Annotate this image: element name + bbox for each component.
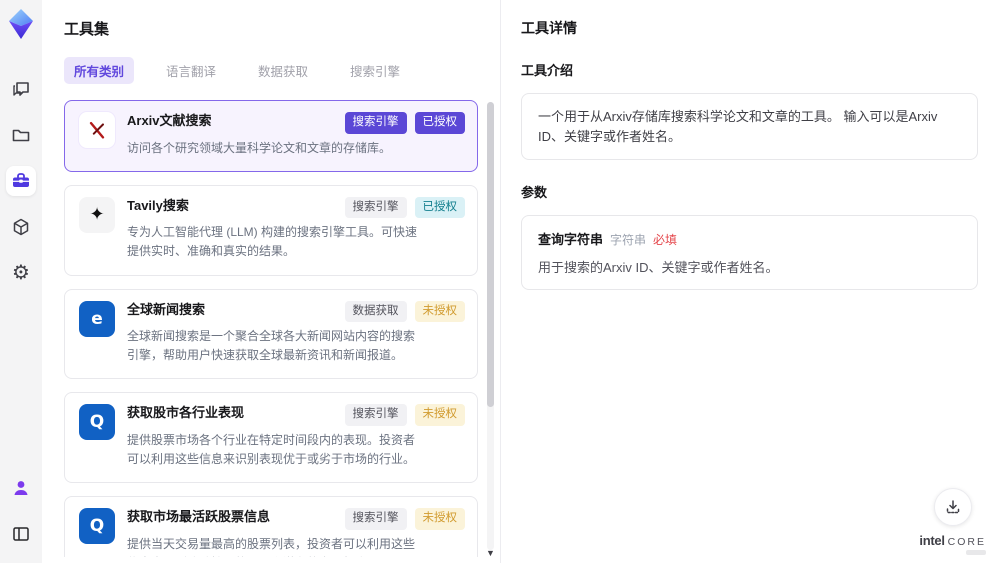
tool-name: Arxiv文献搜索 (127, 113, 212, 128)
param-type: 字符串 (610, 233, 647, 247)
tool-description: 提供股票市场各个行业在特定时间段内的表现。投资者可以利用这些信息来识别表现优于或… (127, 432, 416, 467)
tool-name: 获取股市各行业表现 (127, 405, 245, 421)
params-section-title: 参数 (521, 185, 548, 200)
tool-card[interactable]: Arxiv文献搜索 搜索引擎 已授权 访问各个研究领域大量科学论文和文章的存储库… (64, 100, 478, 172)
sidebar-item-packages[interactable] (6, 212, 36, 242)
chat-icon (13, 82, 29, 96)
tool-badges: 搜索引擎 已授权 (335, 196, 465, 219)
details-title: 工具详情 (521, 20, 577, 36)
category-badge: 搜索引擎 (344, 508, 407, 530)
tool-description: 访问各个研究领域大量科学论文和文章的存储库。 (127, 140, 392, 155)
category-tab[interactable]: 数据获取 (248, 57, 318, 84)
intro-box: 一个用于从Arxiv存储库搜索科学论文和文章的工具。 输入可以是Arxiv ID… (521, 93, 978, 160)
tab-label: 搜索引擎 (350, 65, 401, 79)
category-badge: 数据获取 (344, 300, 407, 323)
tavily-star-icon: ✦ (89, 204, 105, 225)
tool-description: 专为人工智能代理 (LLM) 构建的搜索引擎工具。可快速提供实时、准确和真实的结… (127, 225, 418, 259)
tool-card[interactable]: ✦ Tavily搜索 搜索引擎 已授权 专为人工智能代理 (LLM) 构建的搜索… (64, 184, 478, 276)
tool-badges: 搜索引擎 未授权 (335, 508, 465, 530)
tool-body: 全球新闻搜索 数据获取 未授权 全球新闻搜索是一个聚合全球各大新闻网站内容的搜索… (127, 300, 465, 366)
tab-label: 数据获取 (258, 65, 309, 79)
toolbox-icon (13, 173, 29, 187)
app-root: ⚙ 工具集 所有类别 语言翻译 数据获取 搜索引擎 Arxiv文献搜索 搜索引擎… (0, 0, 1000, 563)
param-box: 查询字符串 字符串 必填 用于搜索的Arxiv ID、关键字或作者姓名。 (521, 215, 978, 290)
user-avatar-icon (14, 481, 28, 495)
download-button[interactable] (933, 487, 972, 526)
page-title: 工具集 (64, 21, 110, 38)
auth-status-badge: 未授权 (414, 300, 465, 323)
category-tab[interactable]: 语言翻译 (156, 57, 226, 84)
stock-logo-icon: Q (89, 516, 105, 537)
scroll-down-icon[interactable]: ▼ (486, 549, 495, 558)
tool-name: Tavily搜索 (127, 197, 189, 213)
brand-core-text: core (947, 535, 986, 548)
gear-icon: ⚙ (12, 262, 30, 284)
news-logo-icon: e (91, 308, 103, 329)
tool-details-panel: 工具详情 工具介绍 一个用于从Arxiv存储库搜索科学论文和文章的工具。 输入可… (500, 0, 1000, 563)
param-header: 查询字符串 字符串 必填 (538, 229, 961, 248)
category-badge: 搜索引擎 (344, 112, 407, 134)
scrollbar-track[interactable]: ▼ (486, 102, 495, 557)
auth-status-badge: 未授权 (414, 508, 465, 530)
tool-icon: Q (79, 404, 115, 441)
brand-ultra-mark (966, 550, 986, 555)
sidebar-item-account[interactable] (6, 473, 36, 503)
tool-body: 获取股市各行业表现 搜索引擎 未授权 提供股票市场各个行业在特定时间段内的表现。… (127, 404, 465, 469)
tool-badges: 搜索引擎 已授权 (335, 112, 465, 134)
tool-name: 全球新闻搜索 (127, 301, 206, 317)
intro-section-title: 工具介绍 (521, 63, 574, 78)
tool-badges: 数据获取 未授权 (335, 300, 465, 323)
toolset-panel: 工具集 所有类别 语言翻译 数据获取 搜索引擎 Arxiv文献搜索 搜索引擎 已… (42, 0, 500, 563)
sidebar-item-chat[interactable] (6, 74, 36, 104)
category-badge: 搜索引擎 (344, 196, 407, 219)
tool-badges: 搜索引擎 未授权 (335, 404, 465, 426)
tool-card[interactable]: e 全球新闻搜索 数据获取 未授权 全球新闻搜索是一个聚合全球各大新闻网站内容的… (64, 288, 478, 380)
param-description: 用于搜索的Arxiv ID、关键字或作者姓名。 (538, 260, 779, 275)
tab-label: 语言翻译 (166, 65, 217, 79)
category-tab[interactable]: 所有类别 (64, 57, 135, 84)
tool-body: 获取市场最活跃股票信息 搜索引擎 未授权 提供当天交易量最高的股票列表，投资者可… (127, 508, 465, 557)
tool-list: Arxiv文献搜索 搜索引擎 已授权 访问各个研究领域大量科学论文和文章的存储库… (64, 100, 500, 557)
app-logo-icon (9, 9, 33, 39)
param-name: 查询字符串 (538, 232, 604, 247)
tool-icon: ✦ (79, 196, 115, 233)
tool-description: 提供当天交易量最高的股票列表，投资者可以利用这些信息来识别流动性强的股票和潜在的… (127, 536, 416, 557)
tool-icon: Q (79, 508, 115, 545)
category-tab[interactable]: 搜索引擎 (340, 57, 410, 84)
floating-corner: intel core (919, 487, 986, 555)
intel-core-logo: intel core (919, 532, 986, 555)
tool-icon: e (79, 300, 115, 337)
scrollbar-thumb[interactable] (487, 102, 494, 407)
sidebar-item-toolbox[interactable] (6, 166, 36, 196)
tab-label: 所有类别 (74, 65, 125, 79)
tool-description: 全球新闻搜索是一个聚合全球各大新闻网站内容的搜索引擎，帮助用户快速获取全球最新资… (127, 329, 416, 363)
stock-logo-icon: Q (89, 412, 105, 433)
category-badge: 搜索引擎 (344, 404, 407, 426)
sidebar-item-settings[interactable]: ⚙ (6, 258, 36, 288)
auth-status-badge: 已授权 (414, 112, 465, 134)
download-icon (946, 499, 959, 513)
sidebar-item-files[interactable] (6, 120, 36, 150)
auth-status-badge: 未授权 (414, 404, 465, 426)
brand-intel-text: intel (919, 532, 945, 548)
sidebar-item-collapse-panel[interactable] (6, 519, 36, 549)
tool-body: Arxiv文献搜索 搜索引擎 已授权 访问各个研究领域大量科学论文和文章的存储库… (127, 112, 465, 158)
folder-icon (12, 129, 30, 142)
intro-text: 一个用于从Arxiv存储库搜索科学论文和文章的工具。 输入可以是Arxiv ID… (538, 109, 938, 144)
category-tabs: 所有类别 语言翻译 数据获取 搜索引擎 (64, 57, 500, 84)
arxiv-logo-icon (89, 121, 105, 139)
icon-sidebar: ⚙ (0, 0, 42, 563)
param-required-badge: 必填 (653, 233, 678, 247)
auth-status-badge: 已授权 (414, 196, 465, 219)
package-icon (13, 218, 29, 236)
tool-card[interactable]: Q 获取股市各行业表现 搜索引擎 未授权 提供股票市场各个行业在特定时间段内的表… (64, 392, 478, 484)
tool-card[interactable]: Q 获取市场最活跃股票信息 搜索引擎 未授权 提供当天交易量最高的股票列表，投资… (64, 496, 478, 557)
tool-name: 获取市场最活跃股票信息 (127, 509, 271, 525)
panel-layout-icon (13, 527, 29, 541)
tool-icon (79, 112, 115, 148)
tool-body: Tavily搜索 搜索引擎 已授权 专为人工智能代理 (LLM) 构建的搜索引擎… (127, 196, 465, 262)
